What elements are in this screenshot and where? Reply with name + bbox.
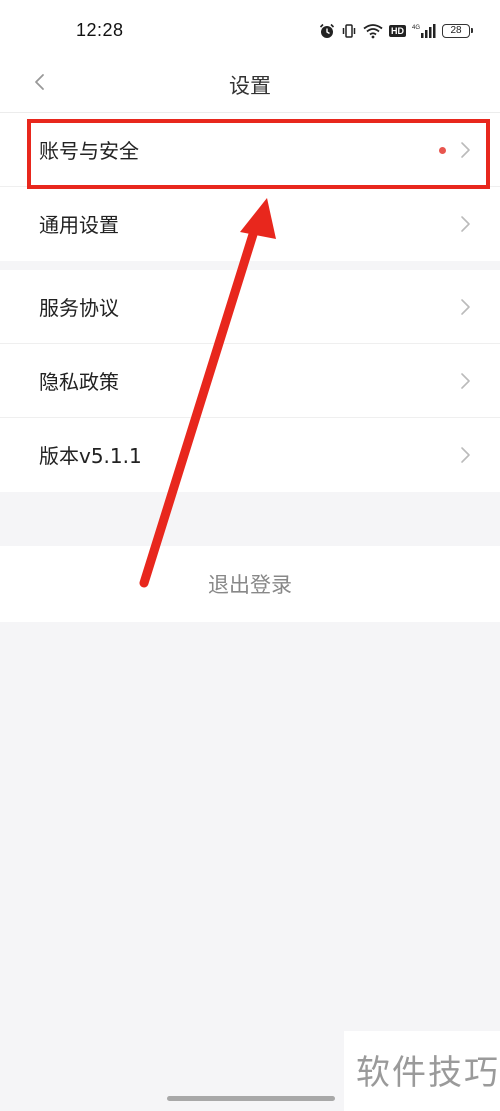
settings-row-general[interactable]: 通用设置	[0, 187, 500, 261]
signal-icon: 4G	[412, 24, 436, 38]
home-indicator[interactable]	[167, 1096, 335, 1101]
watermark: 软件技巧	[344, 1031, 500, 1111]
row-label: 隐私政策	[39, 370, 119, 394]
logout-button[interactable]: 退出登录	[0, 546, 500, 622]
logout-label: 退出登录	[208, 573, 292, 597]
row-label: 账号与安全	[39, 139, 139, 163]
settings-group-info: 服务协议 隐私政策 版本v5.1.1	[0, 270, 500, 492]
nav-bar: 设置	[0, 60, 500, 113]
settings-row-service-agreement[interactable]: 服务协议	[0, 270, 500, 344]
battery-icon: 28	[442, 24, 473, 38]
page-title: 设置	[229, 74, 271, 98]
chevron-right-icon	[461, 142, 470, 158]
row-label: 通用设置	[39, 213, 119, 237]
settings-row-privacy-policy[interactable]: 隐私政策	[0, 344, 500, 418]
status-icons: HD 4G 28	[319, 21, 473, 41]
settings-row-account-security[interactable]: 账号与安全	[0, 113, 500, 187]
settings-group-account: 账号与安全 通用设置	[0, 113, 500, 261]
notification-dot	[439, 147, 446, 154]
chevron-right-icon	[461, 373, 470, 389]
hd-icon: HD	[389, 25, 406, 37]
status-time: 12:28	[76, 20, 124, 40]
alarm-icon	[319, 23, 335, 38]
row-label: 服务协议	[39, 296, 119, 320]
chevron-right-icon	[461, 447, 470, 463]
status-bar: 12:28 HD 4G 28	[0, 0, 500, 60]
vibrate-icon	[342, 24, 356, 38]
settings-row-version[interactable]: 版本v5.1.1	[0, 418, 500, 492]
svg-text:4G: 4G	[412, 25, 420, 31]
watermark-text: 软件技巧	[356, 1053, 500, 1093]
wifi-icon	[363, 24, 383, 39]
chevron-right-icon	[461, 216, 470, 232]
row-label: 版本v5.1.1	[39, 444, 142, 468]
chevron-right-icon	[461, 299, 470, 315]
